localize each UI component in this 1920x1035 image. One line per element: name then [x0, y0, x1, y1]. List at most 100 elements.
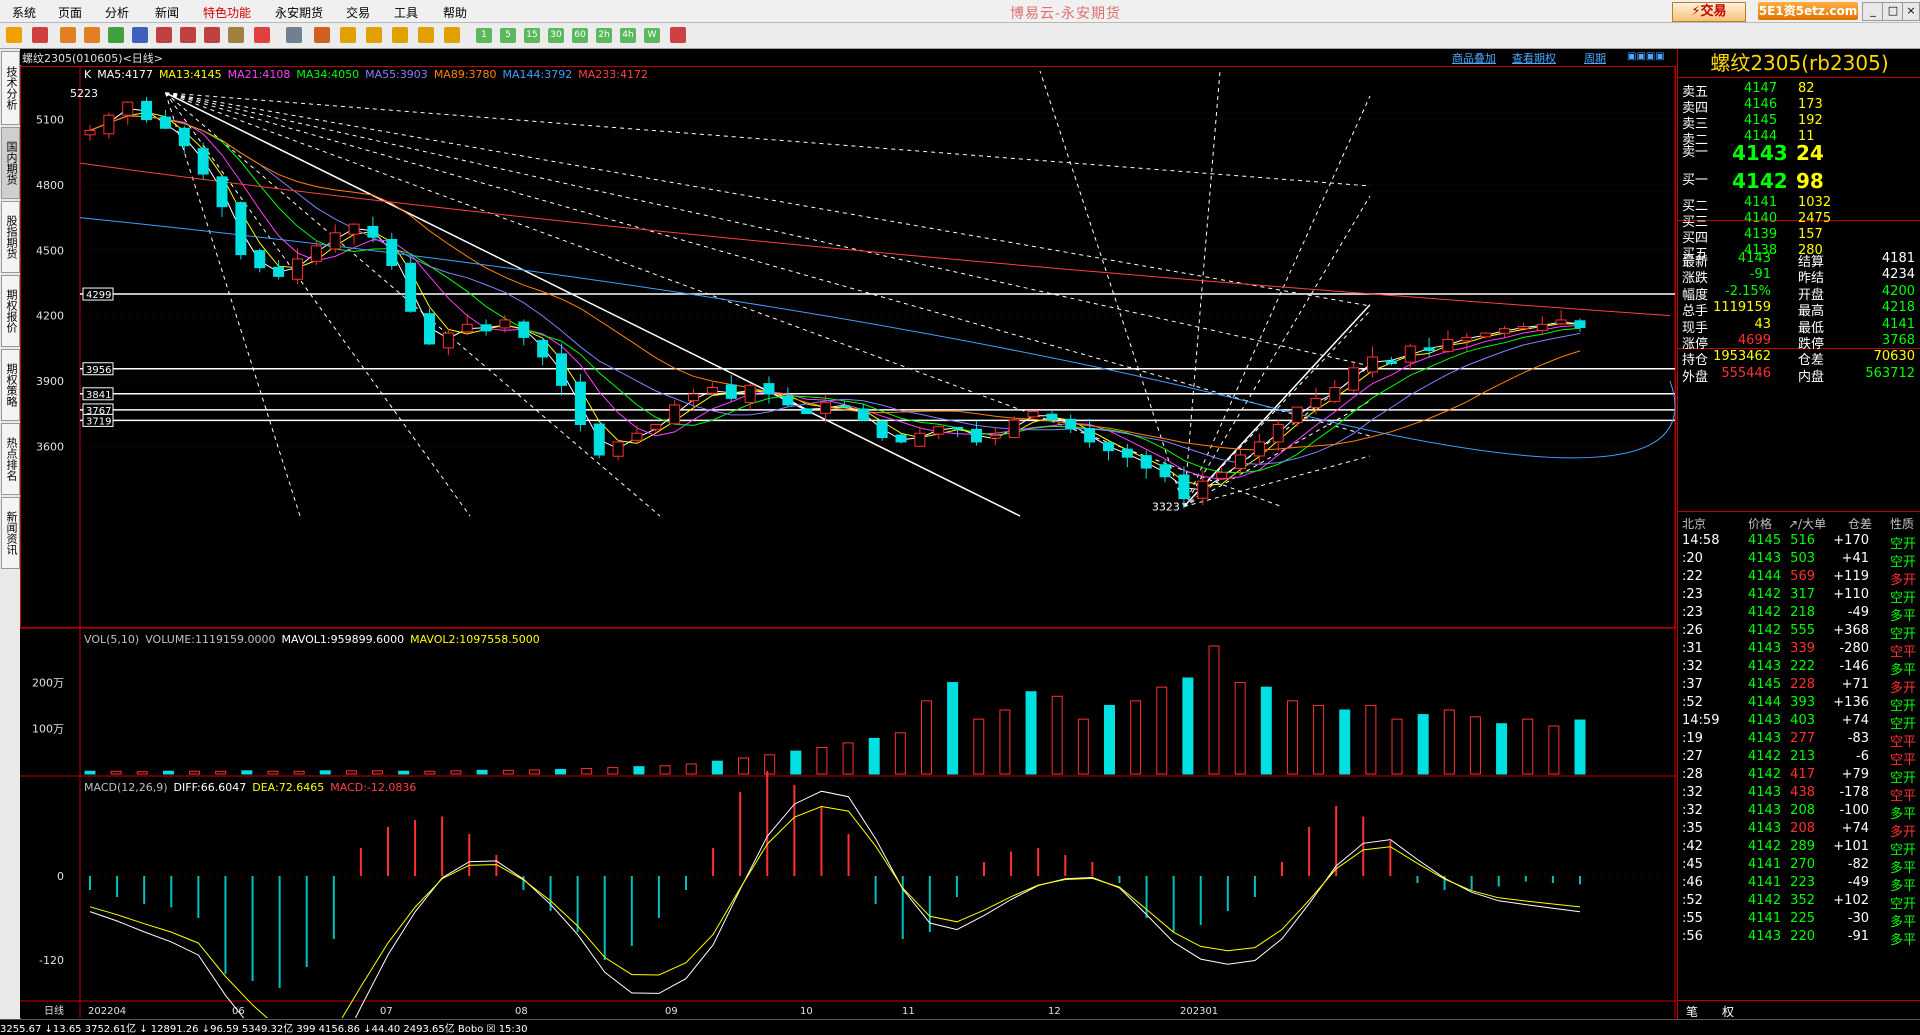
menu-featured[interactable]: 特色功能: [203, 4, 251, 21]
volume-bar: [1260, 686, 1272, 775]
period-week-button[interactable]: W: [644, 28, 660, 43]
date-tick-label: 12: [1048, 1006, 1061, 1017]
tab-hot-ranking[interactable]: 热点排名: [1, 423, 20, 495]
grid-icon[interactable]: [286, 27, 302, 43]
ask-price: 4147: [1744, 81, 1778, 96]
period-link[interactable]: 周期: [1584, 50, 1606, 66]
volume-bar: [1234, 682, 1246, 775]
period-15min-button[interactable]: 15: [524, 28, 540, 43]
tick-volume: 223: [1790, 875, 1815, 890]
volume-bar: [1443, 709, 1455, 775]
candle-body: [1536, 323, 1548, 331]
screen-icon[interactable]: [132, 27, 148, 43]
high-label: 5223: [70, 87, 98, 100]
tick-volume: 393: [1790, 695, 1815, 710]
menu-yongan[interactable]: 永安期货: [275, 4, 323, 21]
tick-volume: 417: [1790, 767, 1815, 782]
calculator-icon[interactable]: [670, 27, 686, 43]
zoom-out-icon[interactable]: [204, 27, 220, 43]
stat-value: 563712: [1865, 365, 1915, 381]
volume-bar: [816, 746, 828, 775]
quote-title: 螺纹2305(rb2305): [1678, 49, 1920, 78]
period-day-icon[interactable]: [340, 27, 356, 43]
menu-system[interactable]: 系统: [12, 4, 36, 21]
candle-body: [574, 381, 586, 426]
candle-body: [348, 223, 360, 235]
panel-bottom-tabs: 笔 权: [1678, 1000, 1920, 1020]
period-60min-button[interactable]: 60: [572, 28, 588, 43]
candle-body: [1517, 325, 1529, 330]
tab-index-futures[interactable]: 股指期货: [1, 201, 20, 273]
home-icon[interactable]: [32, 27, 48, 43]
legend-item: DEA:72.6465: [252, 781, 324, 794]
minimize-button[interactable]: _: [1862, 2, 1884, 21]
period-2h-button[interactable]: 2h: [596, 28, 612, 43]
tick-row: :26 4142 555 +368 空开: [1678, 621, 1920, 642]
candle-body: [706, 386, 718, 394]
volume-bar: [398, 770, 410, 775]
period-30min-button[interactable]: 30: [548, 28, 564, 43]
ask1-volume: 24: [1796, 141, 1824, 165]
tab-technical-analysis[interactable]: 技术分析: [1, 51, 20, 125]
tick-volume: 569: [1790, 569, 1815, 584]
tick-oi-change: +101: [1833, 839, 1869, 854]
tick-time: :52: [1682, 695, 1703, 710]
tick-time: :20: [1682, 551, 1703, 566]
volume-bar: [555, 768, 567, 775]
search-icon[interactable]: [156, 27, 172, 43]
trade-button[interactable]: ⚡交易: [1672, 2, 1746, 22]
period-4h-button[interactable]: 4h: [620, 28, 636, 43]
tick-volume: 277: [1790, 731, 1815, 746]
menu-help[interactable]: 帮助: [443, 4, 467, 21]
filter-icon[interactable]: [228, 27, 244, 43]
period-year-icon[interactable]: [444, 27, 460, 43]
period-month-icon[interactable]: [392, 27, 408, 43]
bid-price: 4141: [1744, 195, 1778, 210]
volume-bar: [1025, 691, 1037, 775]
candle-body: [1272, 424, 1284, 443]
overlay-commodity-link[interactable]: 商品叠加: [1452, 50, 1496, 66]
stat-value: 4234: [1881, 267, 1915, 283]
close-button[interactable]: ×: [1902, 2, 1920, 21]
menu-trade[interactable]: 交易: [346, 4, 370, 21]
volume-bar: [659, 765, 671, 775]
volume-bar: [1077, 718, 1089, 775]
period-quarter-icon[interactable]: [418, 27, 434, 43]
kline-chart[interactable]: 510048004500420039003600 429939563841376…: [20, 66, 1676, 1018]
tab-option-quotes[interactable]: 期权报价: [1, 275, 20, 347]
menu-page[interactable]: 页面: [58, 4, 82, 21]
maximize-button[interactable]: □: [1882, 2, 1904, 21]
menu-news[interactable]: 新闻: [155, 4, 179, 21]
ma-legend: K MA5:4177 MA13:4145 MA21:4108 MA34:4050 MA55…: [84, 68, 648, 81]
chart-icon[interactable]: [314, 27, 330, 43]
candle-body: [1046, 413, 1058, 421]
tab-option-strategy[interactable]: 期权策略: [1, 349, 20, 421]
candle-body: [1065, 418, 1077, 430]
back-icon[interactable]: [6, 27, 22, 43]
tab-rights[interactable]: 权: [1722, 1003, 1734, 1020]
refresh-icon[interactable]: [108, 27, 124, 43]
folder-icon[interactable]: [84, 27, 100, 43]
pin-icon[interactable]: [254, 27, 270, 43]
tab-domestic-futures[interactable]: 国内期货: [1, 127, 20, 199]
tab-strokes[interactable]: 笔: [1686, 1003, 1698, 1020]
volume-bar: [1574, 719, 1586, 775]
period-week-icon[interactable]: [366, 27, 382, 43]
candle-body: [216, 176, 228, 208]
tick-oi-change: -146: [1839, 659, 1869, 674]
legend-item: MA144:3792: [503, 68, 573, 81]
period-5min-button[interactable]: 5: [500, 28, 516, 43]
candle-body: [1291, 406, 1303, 424]
stat-value: 3768: [1881, 333, 1915, 348]
candle-body: [952, 426, 964, 430]
menu-tools[interactable]: 工具: [394, 4, 418, 21]
menu-analysis[interactable]: 分析: [105, 4, 129, 21]
period-1min-button[interactable]: 1: [476, 28, 492, 43]
candle-body: [876, 420, 888, 439]
candle-body: [801, 408, 813, 415]
view-options-link[interactable]: 查看期权: [1512, 50, 1556, 66]
layout-icons[interactable]: ▣▣▣▣: [1627, 51, 1665, 62]
tab-news[interactable]: 新闻资讯: [1, 497, 20, 569]
zoom-in-icon[interactable]: [180, 27, 196, 43]
list-icon[interactable]: [60, 27, 76, 43]
